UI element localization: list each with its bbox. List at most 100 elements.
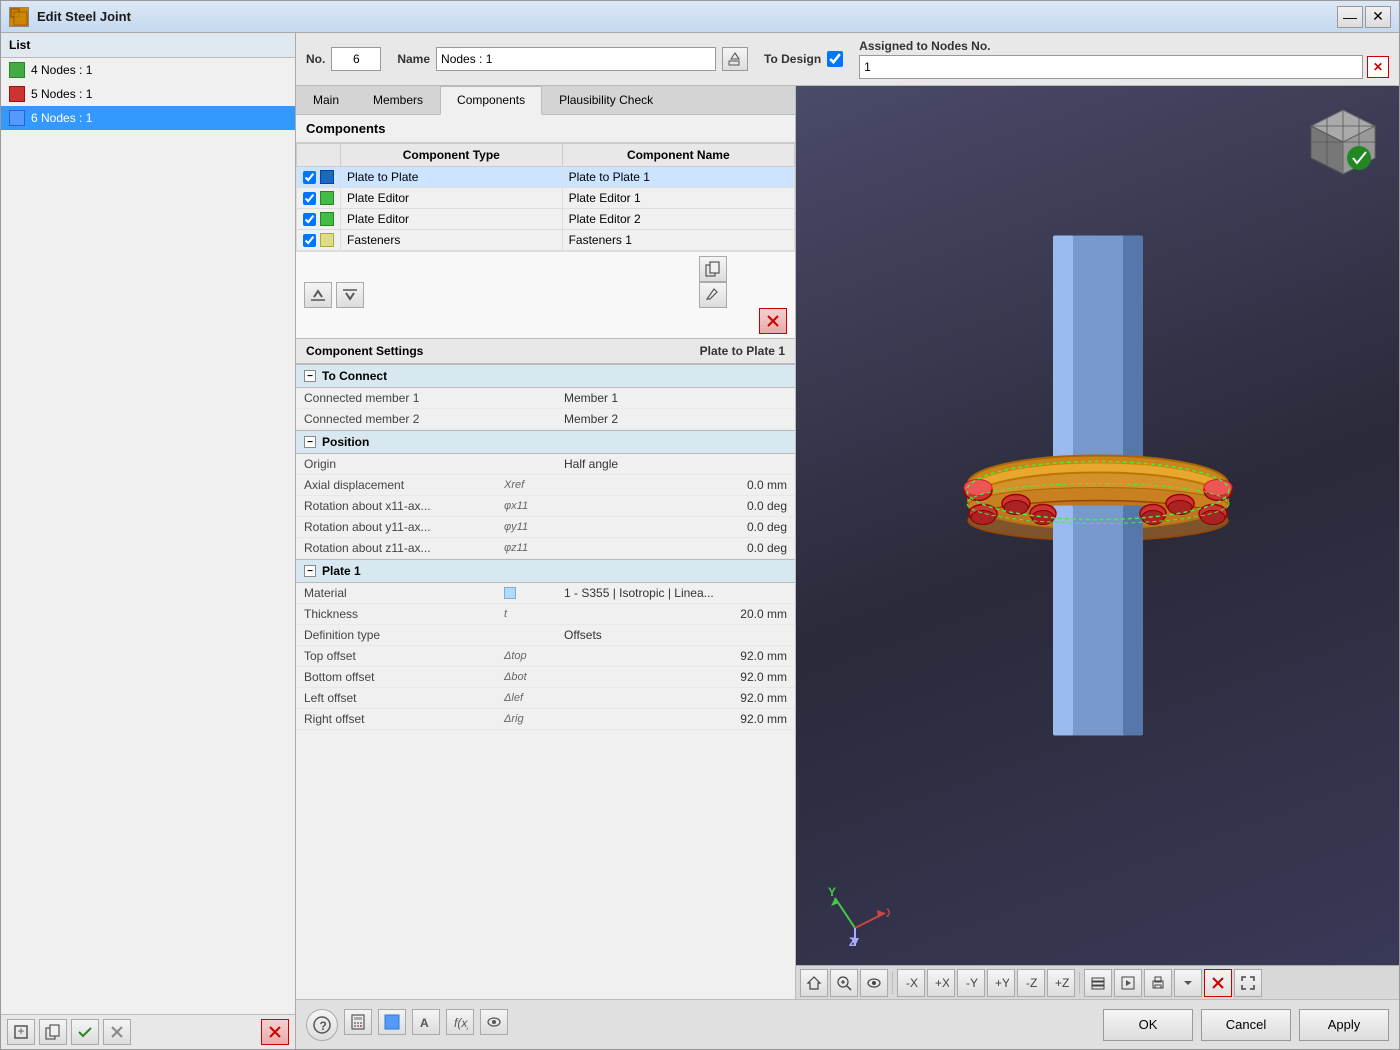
uncheck-items-button[interactable]	[103, 1019, 131, 1045]
vp-axis-y-pos[interactable]: +Y	[987, 969, 1015, 997]
origin-sym	[496, 454, 556, 475]
tab-plausibility[interactable]: Plausibility Check	[542, 86, 670, 114]
to-connect-label: To Connect	[322, 369, 387, 383]
col-check	[297, 144, 341, 167]
move-down-button[interactable]	[336, 282, 364, 308]
clear-assigned-button[interactable]: ✕	[1367, 56, 1389, 78]
vp-axis-z-pos[interactable]: +Z	[1047, 969, 1075, 997]
edit-comp-button[interactable]	[699, 282, 727, 308]
comp-row-plate-editor-2[interactable]: Plate Editor Plate Editor 2	[297, 209, 795, 230]
vp-close-red-button[interactable]	[1204, 969, 1232, 997]
no-input[interactable]	[331, 47, 381, 71]
to-design-section: To Design	[764, 51, 843, 67]
calculator-button[interactable]	[344, 1009, 372, 1035]
vp-eye-button[interactable]	[860, 969, 888, 997]
color-button[interactable]	[378, 1009, 406, 1035]
list-item-selected[interactable]: 6 Nodes : 1	[1, 106, 295, 130]
svg-text:+Z: +Z	[1055, 976, 1069, 990]
top-offset-label: Top offset	[296, 646, 496, 667]
tab-members[interactable]: Members	[356, 86, 440, 114]
vp-zoom-button[interactable]	[830, 969, 858, 997]
top-offset-sym: Δtop	[496, 646, 556, 667]
top-offset-value: 92.0 mm	[556, 646, 795, 667]
content-area: Main Members Components Plausibility Che…	[296, 86, 1399, 999]
assigned-input[interactable]	[859, 55, 1363, 79]
vp-render-button[interactable]	[1114, 969, 1142, 997]
vp-axis-x-neg[interactable]: -X	[897, 969, 925, 997]
edit-name-button[interactable]	[722, 47, 748, 71]
visibility-button[interactable]	[480, 1009, 508, 1035]
cancel-button[interactable]: Cancel	[1201, 1009, 1291, 1041]
top-offset-row: Top offset Δtop 92.0 mm	[296, 646, 795, 667]
comp-checkbox[interactable]	[303, 171, 316, 184]
tab-main[interactable]: Main	[296, 86, 356, 114]
left-offset-row: Left offset Δlef 92.0 mm	[296, 688, 795, 709]
vp-print-button[interactable]	[1144, 969, 1172, 997]
comp-row-fasteners[interactable]: Fasteners Fasteners 1	[297, 230, 795, 251]
list-header: List	[1, 33, 295, 58]
vp-home-button[interactable]	[800, 969, 828, 997]
check-items-button[interactable]	[71, 1019, 99, 1045]
name-input[interactable]	[436, 47, 716, 71]
comp-checkbox[interactable]	[303, 213, 316, 226]
conn-member-1-label: Connected member 1	[296, 388, 496, 409]
collapse-plate1[interactable]: −	[304, 565, 316, 577]
apply-button[interactable]: Apply	[1299, 1009, 1389, 1041]
to-design-checkbox[interactable]	[827, 51, 843, 67]
comp-type-cell: Plate Editor	[341, 188, 563, 209]
name-label: Name	[397, 52, 430, 66]
rot-x-value: 0.0 deg	[556, 496, 795, 517]
origin-value: Half angle	[556, 454, 795, 475]
ok-button[interactable]: OK	[1103, 1009, 1193, 1041]
def-type-row: Definition type Offsets	[296, 625, 795, 646]
tab-components[interactable]: Components	[440, 86, 542, 115]
svg-text:Z: Z	[849, 935, 856, 948]
minimize-button[interactable]: —	[1337, 6, 1363, 28]
material-sym	[496, 583, 556, 604]
color-indicator	[9, 110, 25, 126]
copy-item-button[interactable]	[39, 1019, 67, 1045]
collapse-position[interactable]: −	[304, 436, 316, 448]
comp-row-plate-to-plate[interactable]: Plate to Plate Plate to Plate 1	[297, 167, 795, 188]
svg-text:-Y: -Y	[966, 976, 978, 990]
comp-checkbox[interactable]	[303, 192, 316, 205]
vp-axis-x-pos[interactable]: +X	[927, 969, 955, 997]
comp-color	[320, 212, 334, 226]
vp-expand-button[interactable]	[1234, 969, 1262, 997]
vp-axis-z-neg[interactable]: -Z	[1017, 969, 1045, 997]
svg-text:Y: Y	[828, 885, 836, 899]
close-button[interactable]: ✕	[1365, 6, 1391, 28]
comp-check-cell	[297, 209, 341, 230]
rot-z-sym: φz11	[496, 538, 556, 559]
comp-row-plate-editor-1[interactable]: Plate Editor Plate Editor 1	[297, 188, 795, 209]
add-item-button[interactable]: +	[7, 1019, 35, 1045]
vp-layers-button[interactable]	[1084, 969, 1112, 997]
list-item[interactable]: 5 Nodes : 1	[1, 82, 295, 106]
form-content: Components Component Type Component Name	[296, 115, 795, 999]
vp-axis-y-neg[interactable]: -Y	[957, 969, 985, 997]
list-item-label: 5 Nodes : 1	[31, 87, 92, 101]
move-up-button[interactable]	[304, 282, 332, 308]
rot-y-sym: φy11	[496, 517, 556, 538]
vp-dropdown-button[interactable]	[1174, 969, 1202, 997]
plate1-table: Material 1 - S355 | Isotropic | Linea...…	[296, 583, 795, 730]
delete-comp-button[interactable]	[759, 308, 787, 334]
collapse-to-connect[interactable]: −	[304, 370, 316, 382]
def-type-label: Definition type	[296, 625, 496, 646]
comp-color	[320, 191, 334, 205]
joint-svg	[868, 235, 1328, 755]
bottom-offset-row: Bottom offset Δbot 92.0 mm	[296, 667, 795, 688]
list-item[interactable]: 4 Nodes : 1	[1, 58, 295, 82]
delete-item-button[interactable]	[261, 1019, 289, 1045]
copy-comp-button[interactable]	[699, 256, 727, 282]
rot-z-label: Rotation about z11-ax...	[296, 538, 496, 559]
comp-checkbox[interactable]	[303, 234, 316, 247]
color-indicator	[9, 86, 25, 102]
help-button[interactable]: ?	[306, 1009, 338, 1041]
formula-button[interactable]: f(x)	[446, 1009, 474, 1035]
3d-viewport[interactable]: Y X Z	[796, 86, 1399, 999]
thickness-row: Thickness t 20.0 mm	[296, 604, 795, 625]
text-button[interactable]: A	[412, 1009, 440, 1035]
axis-cube[interactable]	[1303, 102, 1383, 182]
comp-name-cell: Fasteners 1	[562, 230, 794, 251]
